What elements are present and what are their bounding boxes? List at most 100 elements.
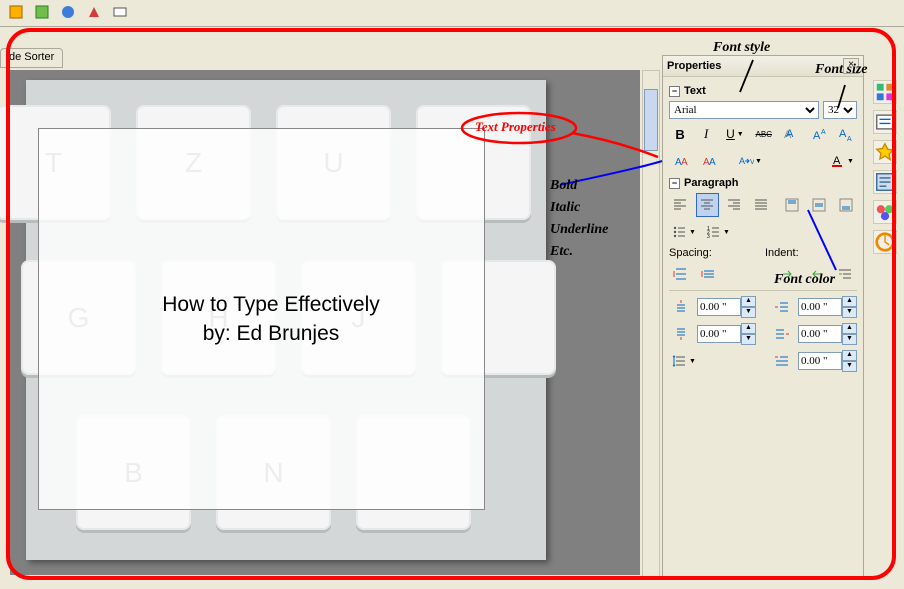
superscript-button[interactable]: AA xyxy=(809,122,831,146)
font-color-button[interactable]: A▼ xyxy=(827,149,857,173)
toolbar-button[interactable] xyxy=(30,1,54,23)
below-para-input[interactable] xyxy=(697,325,741,343)
toolbar-button[interactable] xyxy=(4,1,28,23)
spacing-label: Spacing: xyxy=(669,247,761,259)
font-effect1-button[interactable]: AA xyxy=(669,149,693,173)
annot-font-style: Font style xyxy=(713,40,770,56)
vertical-scrollbar[interactable] xyxy=(642,70,660,577)
align-center-button[interactable] xyxy=(696,193,719,217)
sidebar-animation-icon[interactable] xyxy=(873,230,897,254)
spin-up-icon[interactable]: ▲ xyxy=(842,350,857,361)
font-name-select[interactable]: Arial xyxy=(669,101,819,119)
after-text-spinner[interactable]: ▲▼ xyxy=(798,323,857,345)
first-line-spinner[interactable]: ▲▼ xyxy=(798,350,857,372)
spacing-values-3: ▼ ▲▼ xyxy=(669,349,857,373)
valign-middle-button[interactable] xyxy=(807,193,830,217)
below-para-spinner[interactable]: ▲▼ xyxy=(697,323,756,345)
after-text-icon xyxy=(770,322,794,346)
after-text-input[interactable] xyxy=(798,325,842,343)
before-text-input[interactable] xyxy=(798,298,842,316)
below-para-icon xyxy=(669,322,693,346)
before-text-icon xyxy=(770,295,794,319)
annot-text-properties: Text Properties xyxy=(475,119,556,135)
annot-underline: Underline xyxy=(550,222,608,238)
line-spacing-button[interactable]: ▼ xyxy=(669,349,699,373)
bullets-button[interactable]: ▼ xyxy=(669,220,699,244)
text-section-label: Text xyxy=(684,85,706,97)
underline-button[interactable]: U▼ xyxy=(721,122,749,146)
slide[interactable]: T Z U G H J B N How to Type Effectively … xyxy=(26,80,546,560)
sidebar-gallery-icon[interactable] xyxy=(873,140,897,164)
font-size-select[interactable]: 32 xyxy=(823,101,857,119)
sidebar-navigator-icon[interactable] xyxy=(873,170,897,194)
above-para-input[interactable] xyxy=(697,298,741,316)
annot-font-size: Font size xyxy=(815,62,868,78)
align-left-button[interactable] xyxy=(669,193,692,217)
svg-text:A: A xyxy=(847,136,852,142)
spin-down-icon[interactable]: ▼ xyxy=(842,361,857,372)
font-effect2-button[interactable]: AA xyxy=(697,149,721,173)
valign-bottom-button[interactable] xyxy=(834,193,857,217)
toolbar-button[interactable] xyxy=(82,1,106,23)
sidebar-master-icon[interactable] xyxy=(873,200,897,224)
bold-button[interactable]: B xyxy=(669,122,691,146)
paragraph-section-header[interactable]: − Paragraph xyxy=(669,177,857,189)
panel-title: Properties xyxy=(667,60,721,72)
above-para-icon xyxy=(669,295,693,319)
sidebar-styles-icon[interactable] xyxy=(873,110,897,134)
svg-text:A: A xyxy=(813,130,821,142)
spin-up-icon[interactable]: ▲ xyxy=(741,296,756,307)
app-root: de Sorter T Z U G H J B N How to Type Ef… xyxy=(0,0,904,589)
spin-up-icon[interactable]: ▲ xyxy=(842,296,857,307)
first-line-input[interactable] xyxy=(798,352,842,370)
shadow-button[interactable]: AA xyxy=(779,122,801,146)
svg-text:A: A xyxy=(821,129,826,136)
align-justify-button[interactable] xyxy=(750,193,773,217)
svg-text:A: A xyxy=(681,157,688,168)
spin-down-icon[interactable]: ▼ xyxy=(741,334,756,345)
spacing-values-2: ▲▼ ▲▼ xyxy=(669,322,857,346)
font-row: Arial 32 xyxy=(669,101,857,119)
decrease-spacing-button[interactable] xyxy=(697,262,721,286)
svg-text:A: A xyxy=(709,157,716,168)
italic-button[interactable]: I xyxy=(695,122,717,146)
view-tabstrip: de Sorter xyxy=(0,48,63,68)
hanging-indent-button[interactable] xyxy=(833,262,857,286)
text-section-header[interactable]: − Text xyxy=(669,85,857,97)
annot-italic: Italic xyxy=(550,200,580,216)
tab-slide-sorter[interactable]: de Sorter xyxy=(0,48,63,68)
above-para-spinner[interactable]: ▲▼ xyxy=(697,296,756,318)
svg-text:A: A xyxy=(739,156,745,166)
collapse-icon[interactable]: − xyxy=(669,86,680,97)
scroll-thumb[interactable] xyxy=(644,89,658,151)
char-spacing-button[interactable]: AV▼ xyxy=(735,149,765,173)
subscript-button[interactable]: AA xyxy=(835,122,857,146)
before-text-spinner[interactable]: ▲▼ xyxy=(798,296,857,318)
color-row: AA AA AV▼ A▼ xyxy=(669,149,857,173)
spin-up-icon[interactable]: ▲ xyxy=(842,323,857,334)
title-line2: by: Ed Brunjes xyxy=(203,322,340,345)
spacing-indent-labels: Spacing: Indent: xyxy=(669,247,857,259)
sidebar-properties-icon[interactable] xyxy=(873,80,897,104)
toolbar-button[interactable] xyxy=(56,1,80,23)
collapse-icon[interactable]: − xyxy=(669,178,680,189)
title-line1: How to Type Effectively xyxy=(162,293,380,316)
valign-top-button[interactable] xyxy=(780,193,803,217)
toolbar-button[interactable] xyxy=(108,1,132,23)
increase-spacing-button[interactable] xyxy=(669,262,693,286)
align-row xyxy=(669,193,857,217)
sidebar xyxy=(870,70,900,254)
strikethrough-button[interactable]: ABC xyxy=(753,122,775,146)
spin-up-icon[interactable]: ▲ xyxy=(741,323,756,334)
paragraph-section-label: Paragraph xyxy=(684,177,738,189)
svg-text:A: A xyxy=(786,128,794,140)
spacing-values-1: ▲▼ ▲▼ xyxy=(669,295,857,319)
annot-etc: Etc. xyxy=(550,244,573,260)
slide-canvas: T Z U G H J B N How to Type Effectively … xyxy=(10,70,640,575)
spin-down-icon[interactable]: ▼ xyxy=(741,307,756,318)
numbering-button[interactable]: 123▼ xyxy=(703,220,733,244)
spin-down-icon[interactable]: ▼ xyxy=(842,307,857,318)
spin-down-icon[interactable]: ▼ xyxy=(842,334,857,345)
slide-title[interactable]: How to Type Effectively by: Ed Brunjes xyxy=(66,290,476,349)
align-right-button[interactable] xyxy=(723,193,746,217)
